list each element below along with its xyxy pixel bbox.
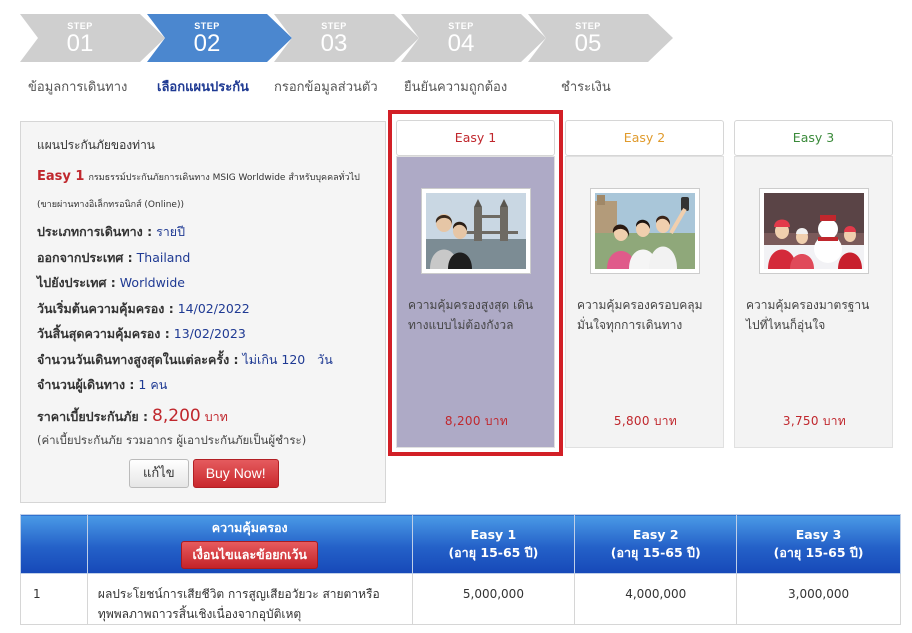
summary-row-origin: ออกจากประเทศ : Thailand (37, 245, 371, 271)
header-coverage: ความคุ้มครอง เงื่อนไขและข้อยกเว้น (86, 514, 413, 574)
selected-plan-highlight (388, 110, 563, 456)
row-label: ไปยังประเทศ : (37, 275, 116, 290)
header-easy-3: Easy 3 (อายุ 15-65 ปี) (736, 514, 901, 574)
row-label: ออกจากประเทศ : (37, 249, 133, 265)
step-04: STEP 04 (401, 14, 546, 62)
group-selfie-image (595, 193, 695, 269)
row-value: Thailand (136, 249, 191, 265)
plan-description: ความคุ้มครองครอบคลุม มั่นใจทุกการเดินทาง (577, 298, 703, 332)
summary-row-end-date: วันสิ้นสุดความคุ้มครอง : 13/02/2023 (37, 321, 371, 347)
row-index: 1 (20, 573, 88, 625)
step-label-02: เลือกแผนประกัน (157, 80, 249, 95)
summary-row-trip-type: ประเภทการเดินทาง : รายปี (37, 219, 371, 245)
step-label-01: ข้อมูลการเดินทาง (28, 80, 128, 95)
row-value: Worldwide (119, 275, 185, 290)
step-label-04: ยืนยันความถูกต้อง (404, 80, 508, 95)
plan-header[interactable]: Easy 2 (565, 120, 724, 156)
step-label-03: กรอกข้อมูลส่วนตัว (274, 80, 378, 95)
header-easy-2: Easy 2 (อายุ 15-65 ปี) (574, 514, 738, 574)
price-note: (ค่าเบี้ยประกันภัย รวมอากร ผู้เอาประกันภ… (37, 432, 307, 447)
step-01: STEP 01 (20, 14, 165, 62)
row-value: 14/02/2022 (177, 300, 250, 316)
header-plan-age: (อายุ 15-65 ปี) (610, 545, 701, 560)
header-plan-name: Easy 1 (470, 527, 517, 542)
edit-button[interactable]: แก้ไข (129, 459, 189, 488)
summary-row-travelers: จำนวนผู้เดินทาง : 1 คน (37, 372, 371, 398)
step-02-number: 02 (193, 30, 221, 57)
summary-plan-desc: กรมธรรม์ประกันภัยการเดินทาง MSIG Worldwi… (37, 173, 360, 210)
row-value-easy-3: 3,000,000 (736, 573, 901, 625)
coverage-table: ความคุ้มครอง เงื่อนไขและข้อยกเว้น Easy 1… (20, 514, 901, 625)
plan-photo-selfie (590, 188, 700, 274)
step-05-number: 05 (574, 30, 602, 57)
summary-plan-line: Easy 1 กรมธรรม์ประกันภัยการเดินทาง MSIG W… (37, 163, 371, 219)
row-label: วันเริ่มต้นความคุ้มครอง : (37, 300, 174, 316)
plan-description: ความคุ้มครองมาตรฐาน ไปที่ไหนก็อุ่นใจ (746, 298, 870, 332)
row-value: 13/02/2023 (173, 326, 246, 341)
summary-title: แผนประกันภัยของท่าน (37, 138, 156, 152)
step-03-number: 03 (320, 30, 348, 57)
row-value: 1 คน (138, 377, 168, 392)
header-easy-1: Easy 1 (อายุ 15-65 ปี) (411, 514, 576, 574)
table-header-row: ความคุ้มครอง เงื่อนไขและข้อยกเว้น Easy 1… (20, 514, 901, 574)
header-coverage-label: ความคุ้มครอง (211, 520, 288, 535)
header-index (20, 514, 88, 574)
header-plan-age: (อายุ 15-65 ปี) (773, 545, 864, 560)
header-plan-name: Easy 3 (795, 527, 842, 542)
summary-plan-name: Easy 1 (37, 169, 85, 184)
row-value-easy-2: 4,000,000 (574, 573, 738, 625)
summary-row-destination: ไปยังประเทศ : Worldwide (37, 270, 371, 296)
step-label-05: ชำระเงิน (561, 80, 611, 95)
plan-easy-2[interactable]: Easy 2 ความคุ้มครองครอบคลุม มั่นใจทุกการ… (565, 120, 724, 448)
plan-easy-3[interactable]: Easy 3 ความคุ้มครองมาตรฐาน ไปที่ไหนก็อุ่… (734, 120, 893, 448)
step-03: STEP 03 (274, 14, 419, 62)
plan-summary-panel: แผนประกันภัยของท่าน Easy 1 กรมธรรม์ประกัน… (20, 121, 386, 503)
summary-price-row: ราคาเบี้ยประกันภัย : 8,200 บาท (37, 402, 371, 431)
plan-photo-snowman (759, 188, 869, 274)
row-label: จำนวนผู้เดินทาง : (37, 377, 135, 392)
header-plan-name: Easy 2 (632, 527, 679, 542)
step-01-number: 01 (66, 30, 94, 57)
price-value: 8,200 (152, 405, 201, 426)
progress-steps: STEP 01 STEP 02 STEP 03 STEP 04 STEP 05 (20, 14, 680, 64)
summary-buttons: แก้ไข Buy Now! (129, 459, 279, 488)
plan-header[interactable]: Easy 3 (734, 120, 893, 156)
header-plan-age: (อายุ 15-65 ปี) (448, 545, 539, 560)
row-label: วันสิ้นสุดความคุ้มครอง : (37, 326, 170, 341)
row-value: ไม่เกิน 120 วัน (242, 351, 333, 367)
step-04-number: 04 (447, 30, 475, 57)
family-snowman-image (764, 193, 864, 269)
conditions-button[interactable]: เงื่อนไขและข้อยกเว้น (181, 541, 318, 569)
price-label: ราคาเบี้ยประกันภัย : (37, 408, 149, 424)
summary-row-max-days: จำนวนวันเดินทางสูงสุดในแต่ละครั้ง : ไม่เ… (37, 347, 371, 373)
row-value-easy-1: 5,000,000 (411, 573, 576, 625)
buy-now-button[interactable]: Buy Now! (192, 459, 279, 488)
plan-price: 5,800 บาท (613, 414, 678, 428)
row-label: จำนวนวันเดินทางสูงสุดในแต่ละครั้ง : (37, 351, 239, 367)
summary-row-start-date: วันเริ่มต้นความคุ้มครอง : 14/02/2022 (37, 296, 371, 322)
plan-price: 3,750 บาท (782, 414, 847, 428)
plan-card[interactable]: ความคุ้มครองมาตรฐาน ไปที่ไหนก็อุ่นใจ 3,7… (734, 156, 893, 448)
plan-card[interactable]: ความคุ้มครองครอบคลุม มั่นใจทุกการเดินทาง… (565, 156, 724, 448)
table-row: 1 ผลประโยชน์การเสียชีวิต การสูญเสียอวัยว… (20, 573, 901, 625)
step-05: STEP 05 (528, 14, 673, 62)
price-unit: บาท (204, 408, 228, 424)
row-value: รายปี (156, 224, 186, 239)
row-coverage-desc: ผลประโยชน์การเสียชีวิต การสูญเสียอวัยวะ … (86, 573, 413, 625)
step-02: STEP 02 (147, 14, 292, 62)
row-label: ประเภทการเดินทาง : (37, 224, 153, 239)
